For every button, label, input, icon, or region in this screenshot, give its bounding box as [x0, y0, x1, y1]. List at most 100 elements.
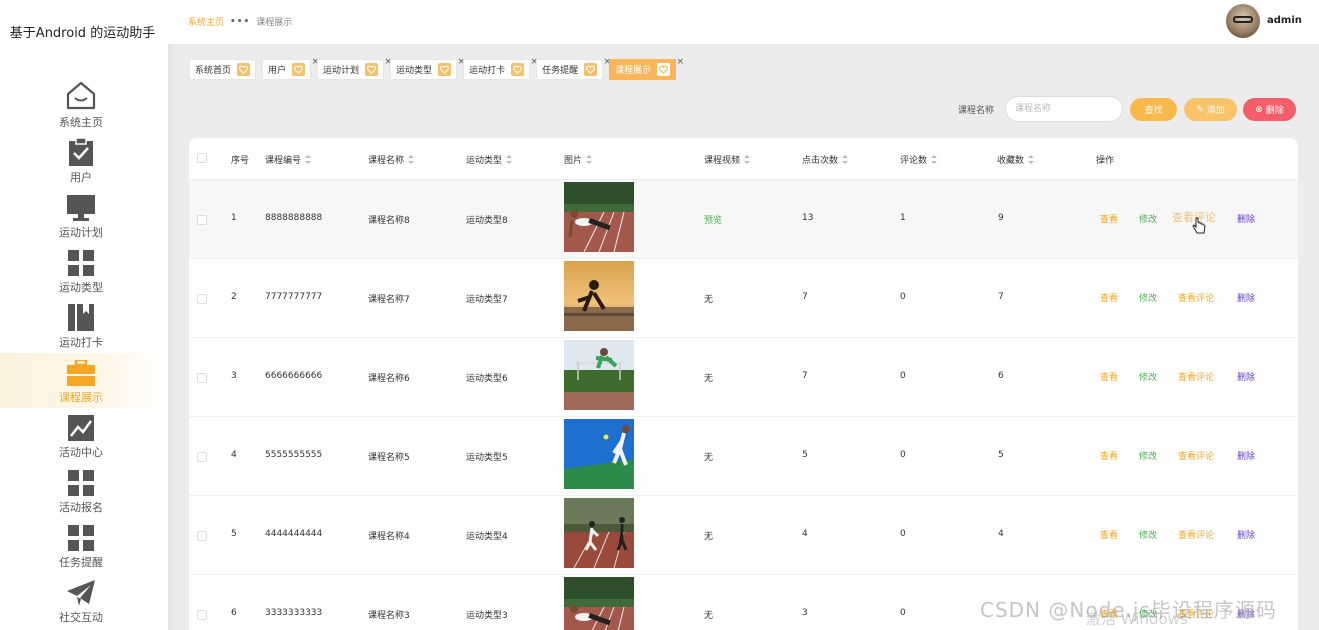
col-code[interactable]: 课程编号 [265, 153, 312, 166]
sidebar-item-label: 用户 [70, 171, 92, 184]
row-checkbox[interactable] [197, 531, 207, 541]
row-checkbox[interactable] [197, 610, 207, 620]
heart-icon [657, 63, 671, 76]
table-row[interactable]: 2 7777777777 课程名称7 运动类型7 无 7 0 7 查看 修改 查… [189, 259, 1298, 338]
edit-link[interactable]: 修改 [1139, 291, 1157, 304]
username[interactable]: admin [1267, 15, 1302, 26]
course-image[interactable] [564, 261, 634, 331]
sort-icon[interactable] [931, 155, 938, 164]
course-image[interactable] [564, 419, 634, 489]
search-input[interactable] [1005, 96, 1123, 122]
row-checkbox[interactable] [197, 294, 207, 304]
tag-label: 运动计划 [323, 66, 360, 76]
table-row[interactable]: 4 5555555555 课程名称5 运动类型5 无 5 0 5 查看 修改 查… [189, 417, 1298, 496]
course-image[interactable] [564, 498, 634, 568]
delete-link[interactable]: 删除 [1237, 212, 1255, 225]
cell-code: 3333333333 [265, 608, 323, 618]
sidebar-item-reminder[interactable]: 任务提醒 [0, 518, 162, 573]
sidebar-item-user[interactable]: 用户 [0, 133, 162, 188]
cell-clicks: 7 [802, 292, 808, 302]
view-comments-link[interactable]: 查看评论 [1178, 370, 1214, 383]
cell-comments: 0 [900, 292, 906, 302]
view-comments-link[interactable]: 查看评论 [1178, 291, 1214, 304]
course-image[interactable] [564, 182, 634, 252]
video-preview-link[interactable]: 预览 [704, 213, 722, 226]
select-all-checkbox[interactable] [197, 153, 207, 163]
sidebar-item-type[interactable]: 运动类型 [0, 243, 162, 298]
col-favorites[interactable]: 收藏数 [997, 153, 1035, 166]
view-link[interactable]: 查看 [1100, 291, 1118, 304]
view-comments-link[interactable]: 查看评论 [1178, 449, 1214, 462]
delete-link[interactable]: 删除 [1237, 291, 1255, 304]
tag-label: 系统首页 [195, 66, 232, 76]
col-type[interactable]: 运动类型 [466, 153, 513, 166]
col-name-label: 课程名称 [368, 156, 405, 166]
col-ops: 操作 [1096, 153, 1114, 166]
edit-link[interactable]: 修改 [1139, 370, 1157, 383]
sort-icon[interactable] [506, 155, 513, 164]
course-image[interactable] [564, 340, 634, 410]
sidebar-item-activity[interactable]: 活动中心 [0, 408, 162, 463]
view-link[interactable]: 查看 [1100, 370, 1118, 383]
view-link[interactable]: 查看 [1100, 528, 1118, 541]
avatar[interactable] [1226, 4, 1260, 38]
sidebar-item-label: 活动报名 [59, 501, 103, 514]
row-checkbox[interactable] [197, 373, 207, 383]
sidebar-item-signup[interactable]: 活动报名 [0, 463, 162, 518]
tag-course[interactable]: 课程展示 × [609, 57, 684, 80]
cell-code: 4444444444 [265, 529, 323, 539]
tag-checkin[interactable]: 运动打卡 × [463, 57, 538, 80]
col-name[interactable]: 课程名称 [368, 153, 415, 166]
search-button[interactable]: 查找 [1130, 98, 1177, 121]
edit-link[interactable]: 修改 [1139, 528, 1157, 541]
view-comments-link[interactable]: 查看评论 [1178, 528, 1214, 541]
col-comments[interactable]: 评论数 [900, 153, 938, 166]
sidebar-item-label: 任务提醒 [59, 556, 103, 569]
tag-user[interactable]: 用户 × [262, 57, 319, 80]
cell-clicks: 13 [802, 213, 814, 223]
add-button[interactable]: ✎ 添加 [1184, 98, 1237, 121]
delete-link[interactable]: 删除 [1237, 370, 1255, 383]
edit-link[interactable]: 修改 [1139, 212, 1157, 225]
cell-favorites: 5 [998, 450, 1004, 460]
table-row[interactable]: 5 4444444444 课程名称4 运动类型4 无 4 0 4 查看 修改 查… [189, 496, 1298, 575]
clipboard-check-icon [69, 138, 93, 166]
sort-icon[interactable] [586, 155, 593, 164]
sort-icon[interactable] [744, 155, 751, 164]
breadcrumb-current: 课程展示 [256, 18, 293, 28]
col-clicks[interactable]: 点击次数 [802, 153, 849, 166]
col-video[interactable]: 课程视频 [704, 153, 751, 166]
table-row[interactable]: 1 8888888888 课程名称8 运动类型8 预览 13 1 9 查看 修改… [189, 180, 1298, 259]
row-checkbox[interactable] [197, 215, 207, 225]
sort-icon[interactable] [408, 155, 415, 164]
delete-link[interactable]: 删除 [1237, 528, 1255, 541]
sidebar-item-checkin[interactable]: 运动打卡 [0, 298, 162, 353]
view-link[interactable]: 查看 [1100, 212, 1118, 225]
delete-button-label: 删除 [1265, 106, 1284, 116]
close-icon[interactable]: × [677, 57, 685, 67]
cell-favorites: 4 [998, 529, 1004, 539]
cell-type: 运动类型3 [466, 611, 508, 621]
sidebar-item-course[interactable]: 课程展示 [0, 353, 162, 408]
course-image[interactable] [564, 577, 634, 630]
cell-favorites: 9 [998, 213, 1004, 223]
tag-plan[interactable]: 运动计划 × [317, 57, 392, 80]
cell-code: 8888888888 [265, 213, 323, 223]
table-row[interactable]: 3 6666666666 课程名称6 运动类型6 无 7 0 6 查看 修改 查… [189, 338, 1298, 417]
delete-link[interactable]: 删除 [1237, 449, 1255, 462]
sort-icon[interactable] [1028, 155, 1035, 164]
row-checkbox[interactable] [197, 452, 207, 462]
tag-reminder[interactable]: 任务提醒 × [536, 57, 611, 80]
tag-home[interactable]: 系统首页 [189, 59, 257, 80]
sort-icon[interactable] [305, 155, 312, 164]
col-image[interactable]: 图片 [564, 153, 593, 166]
sidebar-item-plan[interactable]: 运动计划 [0, 188, 162, 243]
sidebar-item-home[interactable]: 系统主页 [0, 78, 162, 133]
breadcrumb-home[interactable]: 系统主页 [188, 15, 224, 28]
edit-link[interactable]: 修改 [1139, 449, 1157, 462]
delete-button[interactable]: ⊗ 删除 [1243, 98, 1296, 121]
sort-icon[interactable] [842, 155, 849, 164]
sidebar-item-social[interactable]: 社交互动 [0, 573, 162, 628]
view-link[interactable]: 查看 [1100, 449, 1118, 462]
tag-type[interactable]: 运动类型 × [390, 57, 465, 80]
